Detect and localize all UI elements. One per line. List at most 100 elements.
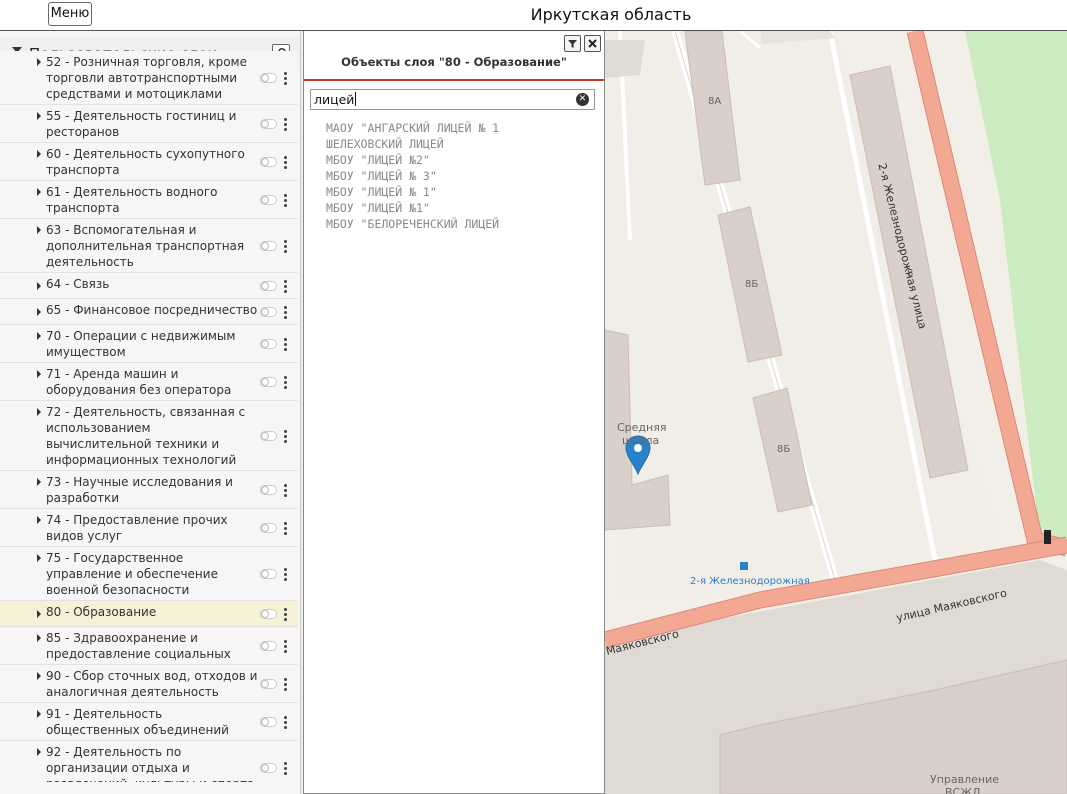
search-result-item[interactable]: МБОУ "ЛИЦЕЙ № 1" [326,184,596,200]
page-title: Иркутская область [530,5,692,24]
layer-visibility-toggle[interactable] [260,569,277,579]
layer-visibility-toggle[interactable] [260,609,277,619]
layer-visibility-toggle[interactable] [260,195,277,205]
expand-arrow-icon[interactable] [37,112,41,120]
layer-visibility-toggle[interactable] [260,241,277,251]
expand-arrow-icon[interactable] [37,332,41,340]
expand-arrow-icon[interactable] [37,554,41,562]
layer-item[interactable]: 75 - Государственное управление и обеспе… [0,547,298,601]
layer-item-label: 75 - Государственное управление и обеспе… [46,551,218,597]
search-result-item[interactable]: МБОУ "ЛИЦЕЙ №2" [326,152,596,168]
more-options-icon[interactable] [284,72,288,87]
layer-item[interactable]: 73 - Научные исследования и разработки [0,471,298,509]
layer-visibility-toggle[interactable] [260,307,277,317]
layer-visibility-toggle[interactable] [260,763,277,773]
search-result-item[interactable]: МБОУ "ЛИЦЕЙ № 3" [326,168,596,184]
bus-stop-label: 2-я Железнодорожная [690,576,810,587]
layer-item[interactable]: 92 - Деятельность по организации отдыха … [0,741,298,782]
more-options-icon[interactable] [284,522,288,537]
search-result-item[interactable]: МБОУ "ЛИЦЕЙ №1" [326,200,596,216]
layer-visibility-toggle[interactable] [260,281,277,291]
layer-item-label: 60 - Деятельность сухопутного транспорта [46,147,245,177]
layer-item-label: 80 - Образование [46,605,157,619]
expand-arrow-icon[interactable] [37,748,41,756]
expand-arrow-icon[interactable] [37,308,41,316]
more-options-icon[interactable] [284,240,288,255]
layer-visibility-toggle[interactable] [260,679,277,689]
search-result-item[interactable]: МБОУ "БЕЛОРЕЧЕНСКИЙ ЛИЦЕЙ [326,216,596,232]
layer-item[interactable]: 85 - Здравоохранение и предоставление со… [0,627,298,677]
building-number: 8Б [777,444,791,455]
more-options-icon[interactable] [284,678,288,693]
layer-objects-panel: Объекты слоя "80 - Образование" лицей ✕ … [303,31,605,794]
layer-visibility-toggle[interactable] [260,73,277,83]
more-options-icon[interactable] [284,640,288,655]
layer-item-label: 61 - Деятельность водного транспорта [46,185,218,215]
layer-visibility-toggle[interactable] [260,377,277,387]
more-options-icon[interactable] [284,306,288,321]
more-options-icon[interactable] [284,608,288,623]
more-options-icon[interactable] [284,118,288,133]
layer-item-label: 70 - Операции с недвижимым имуществом [46,329,236,359]
layer-visibility-toggle[interactable] [260,641,277,651]
close-button[interactable] [584,35,601,52]
layers-panel: Пользовательские слои 52 - Розничная тор… [0,31,301,794]
expand-arrow-icon[interactable] [37,478,41,486]
more-options-icon[interactable] [284,484,288,499]
filter-button[interactable] [564,35,581,52]
more-options-icon[interactable] [284,338,288,353]
layer-item[interactable]: 80 - Образование [0,601,298,627]
expand-arrow-icon[interactable] [37,610,41,618]
layer-item[interactable]: 90 - Сбор сточных вод, отходов и аналоги… [0,665,298,703]
search-result-item[interactable]: МАОУ "АНГАРСКИЙ ЛИЦЕЙ № 1 [326,120,596,136]
layer-item[interactable]: 64 - Связь [0,273,298,299]
layer-visibility-toggle[interactable] [260,717,277,727]
more-options-icon[interactable] [284,568,288,583]
search-results: МАОУ "АНГАРСКИЙ ЛИЦЕЙ № 1 ШЕЛЕХОВСКИЙ ЛИЦ… [326,120,596,232]
layer-visibility-toggle[interactable] [260,523,277,533]
layer-item[interactable]: 74 - Предоставление прочих видов услуг [0,509,298,547]
expand-arrow-icon[interactable] [37,282,41,290]
clear-search-icon[interactable]: ✕ [576,93,589,106]
expand-arrow-icon[interactable] [37,188,41,196]
layer-item[interactable]: 91 - Деятельность общественных объединен… [0,703,298,741]
poi-label: Средняя [617,421,667,434]
expand-arrow-icon[interactable] [37,672,41,680]
more-options-icon[interactable] [284,280,288,295]
layer-visibility-toggle[interactable] [260,431,277,441]
expand-arrow-icon[interactable] [37,634,41,642]
expand-arrow-icon[interactable] [37,408,41,416]
more-options-icon[interactable] [284,762,288,777]
layer-visibility-toggle[interactable] [260,119,277,129]
layer-item[interactable]: 60 - Деятельность сухопутного транспорта [0,143,298,181]
layer-item[interactable]: 72 - Деятельность, связанная с использов… [0,401,298,471]
layer-visibility-toggle[interactable] [260,485,277,495]
more-options-icon[interactable] [284,156,288,171]
expand-arrow-icon[interactable] [37,370,41,378]
layer-item[interactable]: 65 - Финансовое посредничество [0,299,298,325]
search-input-value: лицей [314,92,355,107]
more-options-icon[interactable] [284,376,288,391]
layer-item[interactable]: 61 - Деятельность водного транспорта [0,181,298,219]
layer-item[interactable]: 63 - Вспомогательная и дополнительная тр… [0,219,298,273]
expand-arrow-icon[interactable] [37,226,41,234]
more-options-icon[interactable] [284,194,288,209]
layer-item[interactable]: 70 - Операции с недвижимым имуществом [0,325,298,363]
building-number: 8А [708,96,722,107]
more-options-icon[interactable] [284,716,288,731]
layer-item[interactable]: 71 - Аренда машин и оборудования без опе… [0,363,298,401]
search-result-item[interactable]: ШЕЛЕХОВСКИЙ ЛИЦЕЙ [326,136,596,152]
expand-arrow-icon[interactable] [37,516,41,524]
layer-item-label: 90 - Сбор сточных вод, отходов и аналоги… [46,669,258,699]
more-options-icon[interactable] [284,430,288,445]
object-search-input[interactable]: лицей ✕ [310,89,595,110]
layer-item[interactable]: 55 - Деятельность гостиниц и ресторанов [0,105,298,143]
objects-panel-title: Объекты слоя "80 - Образование" [341,55,567,69]
layer-visibility-toggle[interactable] [260,339,277,349]
expand-arrow-icon[interactable] [37,58,41,66]
expand-arrow-icon[interactable] [37,710,41,718]
expand-arrow-icon[interactable] [37,150,41,158]
layer-item[interactable]: 52 - Розничная торговля, кроме торговли … [0,51,298,105]
layer-visibility-toggle[interactable] [260,157,277,167]
layer-list: 52 - Розничная торговля, кроме торговли … [0,51,298,782]
